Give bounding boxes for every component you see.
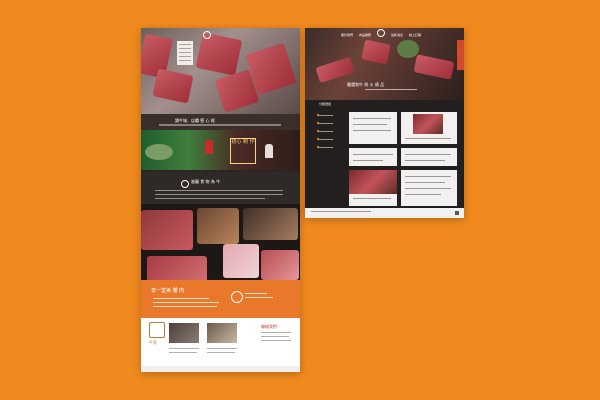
homepage-mockup: 讚牛城．店職 堅 心 經 初心 制 作 嵐圖 食 物 為 牛 享一堂美 饕 肉: [141, 28, 300, 372]
scroll-top-icon[interactable]: [455, 211, 459, 215]
gallery-image[interactable]: [147, 256, 207, 282]
brand-logo-icon: [149, 322, 165, 338]
footer: [305, 208, 464, 218]
text-line: [155, 194, 283, 195]
wagyu-image: [152, 68, 194, 104]
product-grid: [349, 102, 459, 210]
sidebar: 分類選單: [317, 102, 343, 202]
promo-logo-icon: [231, 291, 243, 303]
wagyu-image: [195, 32, 243, 76]
product-image: [315, 56, 355, 84]
dish-image: [145, 144, 173, 160]
contact-title: 聯絡我們: [261, 324, 277, 329]
text-line: [207, 348, 237, 349]
hero-caption: 嚴選和牛 與 火 燒 品: [347, 82, 385, 87]
about-title: 嵐圖 食 物 為 牛: [191, 179, 221, 184]
copyright-bar: [141, 366, 300, 372]
product-card[interactable]: [401, 112, 457, 144]
brand-sign: 初心 制 作: [230, 138, 256, 164]
text-line: [155, 190, 283, 191]
product-card[interactable]: [349, 170, 397, 206]
text-line: [261, 336, 289, 337]
copyright-text: [311, 211, 371, 212]
side-tab[interactable]: [457, 40, 464, 70]
tagline-subline: [159, 124, 281, 126]
text-line: [245, 297, 273, 298]
text-line: [153, 306, 217, 307]
promo-banner: 享一堂美 饕 肉: [141, 280, 300, 318]
sidebar-heading: 分類選單: [319, 102, 332, 106]
sidebar-item[interactable]: [319, 147, 333, 148]
text-line: [169, 352, 197, 353]
sidebar-item[interactable]: [319, 123, 333, 124]
product-card[interactable]: [401, 170, 457, 206]
nav-menu[interactable]: [177, 41, 193, 65]
text-line: [169, 348, 199, 349]
dish-image: [397, 40, 419, 58]
store-photo[interactable]: [207, 323, 237, 343]
text-line: [155, 198, 265, 199]
chef-figure: [265, 144, 273, 158]
text-line: [261, 332, 291, 333]
gallery-image[interactable]: [223, 244, 259, 278]
menu-item[interactable]: 關於我們: [341, 33, 353, 37]
footer: 牛家 聯絡我們: [141, 318, 300, 372]
text-line: [153, 298, 209, 299]
menu-item[interactable]: 最新消息: [391, 33, 403, 37]
product-card[interactable]: [349, 148, 397, 166]
gallery-image[interactable]: [141, 210, 193, 250]
text-line: [245, 293, 267, 294]
product-page-mockup: 關於我們 肉品推薦 最新消息 線上訂購 嚴選和牛 與 火 燒 品 分類選單: [305, 28, 464, 218]
text-line: [153, 302, 219, 303]
product-image: [361, 39, 391, 65]
product-card[interactable]: [401, 148, 457, 166]
gallery-image[interactable]: [261, 250, 299, 280]
product-image: [413, 54, 455, 80]
text-line: [261, 340, 291, 341]
product-hero: 關於我們 肉品推薦 最新消息 線上訂購 嚴選和牛 與 火 燒 品: [305, 28, 464, 100]
gallery-image[interactable]: [243, 208, 298, 240]
promo-title: 享一堂美 饕 肉: [151, 288, 185, 294]
brand-name: 牛家: [149, 340, 157, 345]
text-line: [207, 352, 235, 353]
store-photo[interactable]: [169, 323, 199, 343]
hero-banner: [141, 28, 300, 114]
text-line: [365, 89, 417, 90]
restaurant-scene: 初心 制 作: [141, 130, 300, 170]
menu-item[interactable]: 肉品推薦: [359, 33, 371, 37]
gallery-image[interactable]: [197, 208, 239, 244]
logo-icon[interactable]: [377, 29, 385, 37]
sidebar-item[interactable]: [319, 131, 333, 132]
logo-icon[interactable]: [203, 31, 211, 39]
product-card[interactable]: [349, 112, 397, 144]
menu-item[interactable]: 線上訂購: [409, 33, 421, 37]
about-icon: [181, 180, 189, 188]
sidebar-item[interactable]: [319, 139, 333, 140]
sidebar-item[interactable]: [319, 115, 333, 116]
chef-figure: [205, 140, 213, 154]
